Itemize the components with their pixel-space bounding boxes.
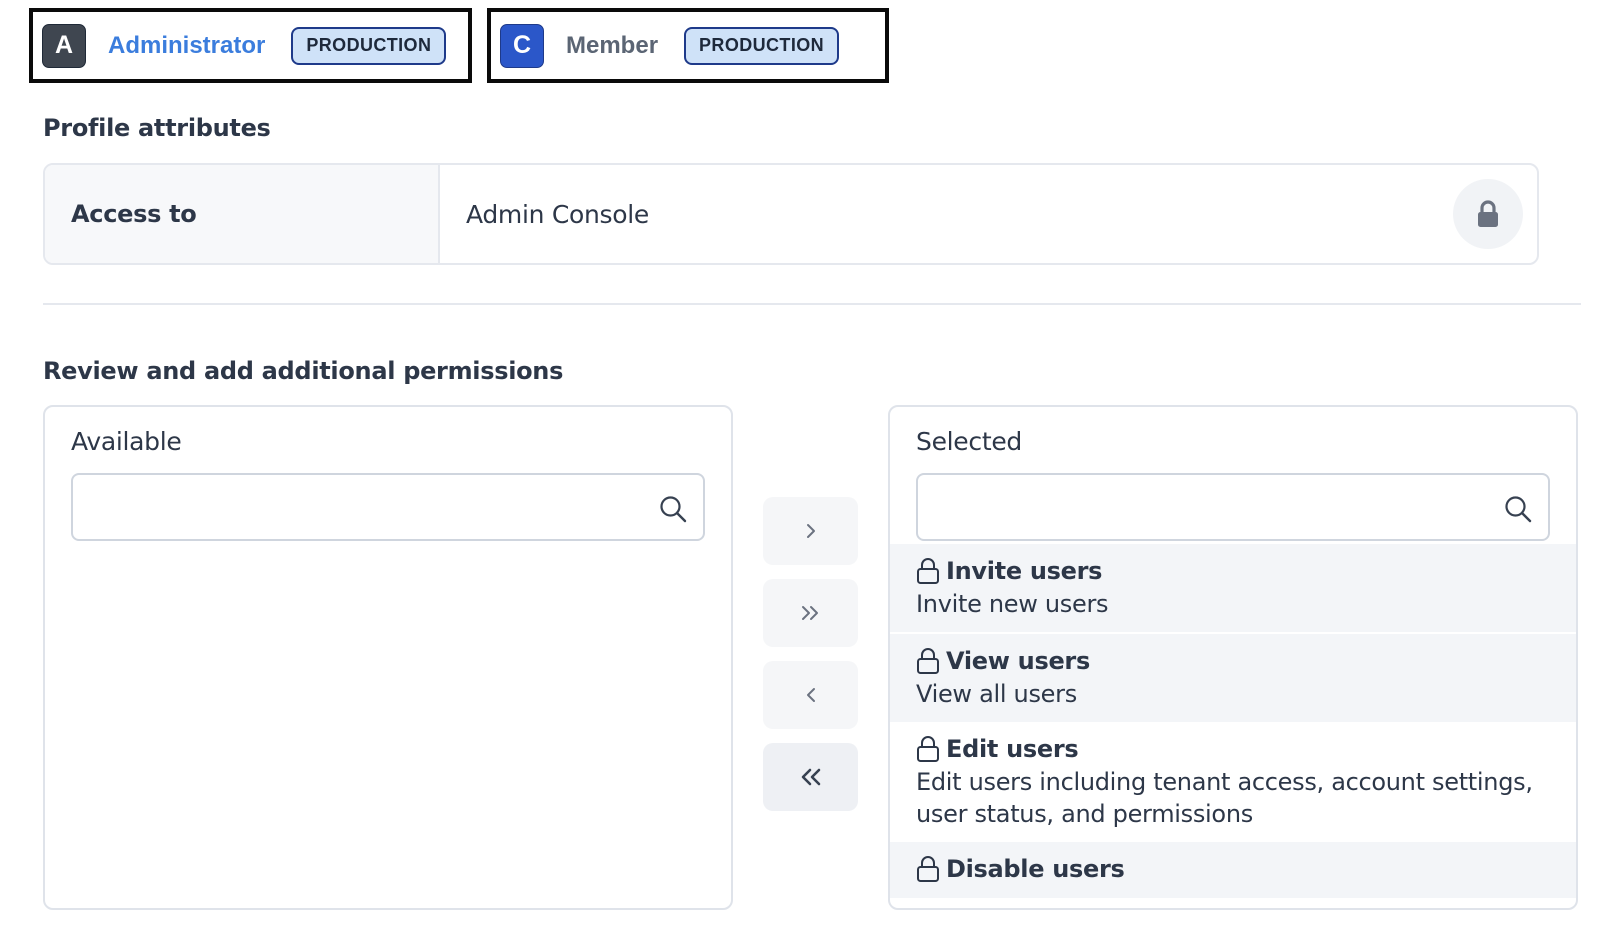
- lock-icon: [917, 856, 939, 882]
- selected-label: Selected: [916, 427, 1022, 456]
- remove-selected-button[interactable]: [763, 661, 858, 729]
- avatar: A: [42, 23, 86, 68]
- selected-search: [916, 473, 1550, 541]
- role-name: Administrator: [108, 31, 266, 59]
- permissions-heading: Review and add additional permissions: [43, 357, 564, 385]
- remove-all-button[interactable]: [763, 743, 858, 811]
- attribute-value-cell: Admin Console: [440, 165, 1537, 263]
- permission-title-row: Edit users: [916, 732, 1550, 766]
- available-label: Available: [71, 427, 182, 456]
- selected-list: Selected Invite users Invite new users V…: [888, 405, 1578, 910]
- role-tab-member[interactable]: C Member PRODUCTION: [487, 8, 889, 83]
- permission-title: View users: [946, 647, 1090, 675]
- search-icon: [660, 496, 687, 523]
- list-item[interactable]: Edit users Edit users including tenant a…: [890, 722, 1576, 842]
- environment-badge: PRODUCTION: [684, 26, 840, 65]
- environment-badge: PRODUCTION: [291, 26, 447, 65]
- add-all-button[interactable]: [763, 579, 858, 647]
- permission-title: Disable users: [946, 855, 1125, 883]
- selected-permissions-list: Invite users Invite new users View users…: [890, 544, 1576, 898]
- lock-icon: [917, 648, 939, 674]
- permission-title-row: View users: [916, 644, 1550, 678]
- avatar: C: [500, 23, 544, 68]
- add-selected-button[interactable]: [763, 497, 858, 565]
- search-icon: [1505, 496, 1532, 523]
- attribute-value: Admin Console: [466, 199, 649, 229]
- permission-description: Invite new users: [916, 590, 1109, 618]
- lock-icon: [917, 736, 939, 762]
- role-name: Member: [566, 31, 659, 59]
- double-chevron-left-icon: [801, 768, 820, 786]
- permission-title: Edit users: [946, 735, 1079, 763]
- chevron-left-icon: [806, 688, 815, 702]
- permission-title-row: Disable users: [916, 852, 1550, 886]
- list-item[interactable]: Disable users: [890, 842, 1576, 898]
- list-item[interactable]: View users View all users: [890, 634, 1576, 722]
- selected-search-input[interactable]: [918, 475, 1548, 539]
- available-list: Available: [43, 405, 733, 910]
- chevron-right-icon: [806, 524, 815, 538]
- double-chevron-right-icon: [801, 606, 818, 620]
- permission-title: Invite users: [946, 557, 1103, 585]
- profile-attributes-heading: Profile attributes: [43, 114, 271, 142]
- permission-title-row: Invite users: [916, 554, 1550, 588]
- lock-icon: [1453, 179, 1523, 249]
- available-search-input[interactable]: [73, 475, 703, 539]
- permission-description: Edit users including tenant access, acco…: [916, 768, 1533, 828]
- profile-attribute-row: Access to Admin Console: [43, 163, 1539, 265]
- list-item[interactable]: Invite users Invite new users: [890, 544, 1576, 632]
- available-search: [71, 473, 705, 541]
- attribute-key: Access to: [45, 165, 440, 263]
- section-divider: [43, 303, 1581, 305]
- role-tab-administrator[interactable]: A Administrator PRODUCTION: [29, 8, 472, 83]
- lock-icon: [917, 558, 939, 584]
- permission-description: View all users: [916, 680, 1077, 708]
